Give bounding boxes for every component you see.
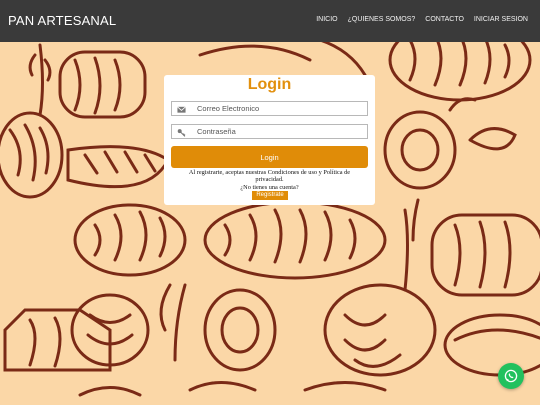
terms-text: Al registrarte, aceptas nuestras Condici…: [188, 169, 351, 184]
whatsapp-icon: [504, 369, 518, 383]
nav-link-quienes-somos[interactable]: ¿QUIENES SOMOS?: [348, 16, 416, 23]
nav-link-iniciar-sesion[interactable]: INICIAR SESION: [474, 16, 528, 23]
email-input[interactable]: [197, 103, 362, 114]
login-button[interactable]: Login: [171, 146, 368, 168]
whatsapp-button[interactable]: [498, 363, 524, 389]
login-title: Login: [247, 76, 292, 93]
key-icon: [177, 129, 186, 137]
no-account-text: ¿No tienes una cuenta?: [240, 184, 299, 191]
password-input[interactable]: [197, 126, 362, 137]
nav-link-contacto[interactable]: CONTACTO: [425, 16, 464, 23]
nav-link-inicio[interactable]: INICIO: [316, 16, 337, 23]
envelope-icon: [177, 106, 186, 113]
register-button[interactable]: Registrate: [252, 191, 288, 200]
nav-links: INICIO ¿QUIENES SOMOS? CONTACTO INICIAR …: [316, 16, 528, 23]
navbar: PAN ARTESANAL INICIO ¿QUIENES SOMOS? CON…: [0, 0, 540, 42]
password-field[interactable]: [171, 124, 368, 139]
brand-logo[interactable]: PAN ARTESANAL: [8, 13, 116, 28]
login-card: Login Login Al registrarte, aceptas nues…: [164, 75, 375, 205]
email-field[interactable]: [171, 101, 368, 116]
